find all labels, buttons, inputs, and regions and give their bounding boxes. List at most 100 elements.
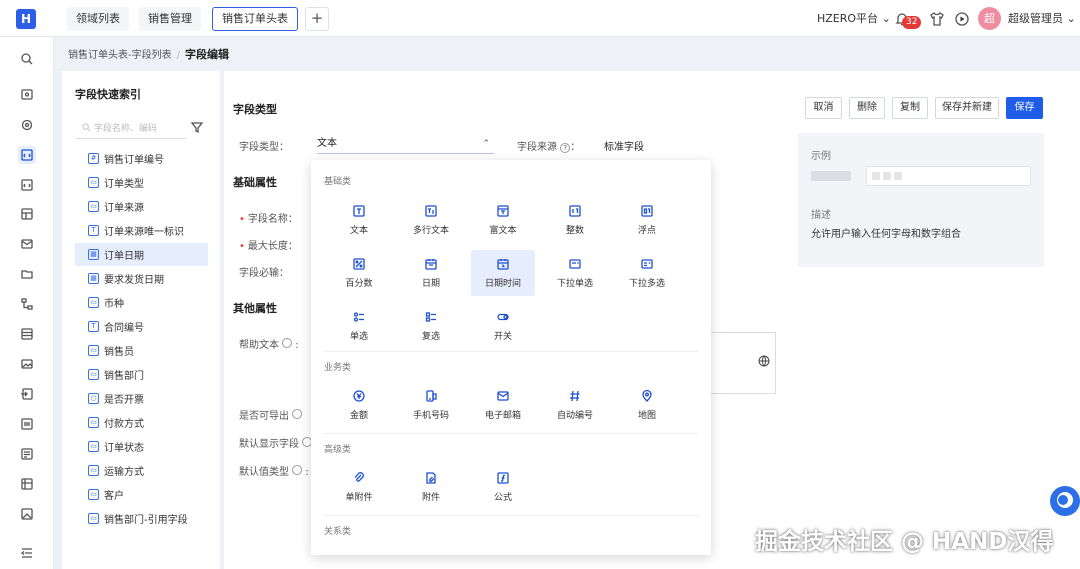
folder-icon[interactable] (18, 265, 36, 283)
globe-icon[interactable] (758, 355, 770, 367)
tab-sales-order-header[interactable]: 销售订单头表 (212, 7, 298, 31)
type-option[interactable]: 浮点 (615, 197, 679, 243)
play-circle-icon[interactable] (954, 11, 970, 27)
help-icon[interactable] (292, 409, 303, 419)
save-button[interactable]: 保存 (1006, 97, 1043, 119)
copy-button[interactable]: 复制 (892, 97, 928, 119)
dataset-icon[interactable] (18, 475, 36, 493)
type-option[interactable]: 单附件 (327, 464, 391, 510)
field-list-item[interactable]: ▭ 订单来源 (75, 195, 208, 218)
table-icon[interactable] (18, 325, 36, 343)
example-panel: 示例 描述 允许用户输入任何字母和数字组合 (798, 133, 1044, 267)
field-list-item[interactable]: ▭ 销售部门-引用字段 (75, 507, 208, 530)
type-option[interactable]: 百分数 (327, 250, 391, 296)
type-option[interactable]: 文本 (327, 197, 391, 243)
avatar[interactable]: 超 (978, 7, 1001, 30)
type-option-label: 自动编号 (556, 411, 593, 421)
help-icon[interactable] (292, 465, 303, 475)
field-list-item[interactable]: ▦ 要求发货日期 (75, 267, 208, 290)
tab-sales-management[interactable]: 销售管理 (139, 7, 201, 31)
chat-assistant-icon[interactable] (1050, 486, 1080, 516)
type-option[interactable]: 日期 (399, 250, 463, 296)
divider (324, 351, 698, 352)
field-list-item[interactable]: ▭ 币种 (75, 291, 208, 314)
field-list-item[interactable]: ▭ 订单类型 (75, 171, 208, 194)
import-icon[interactable] (18, 385, 36, 403)
field-list-item[interactable]: ▭ 销售部门 (75, 363, 208, 386)
help-icon[interactable]: ? (560, 143, 571, 153)
field-list-item[interactable]: # 销售订单编号 (75, 147, 208, 170)
tab-label: 销售订单头表 (222, 12, 288, 25)
grid-icon[interactable] (18, 205, 36, 223)
field-list-item[interactable]: T 合同编号 (75, 315, 208, 338)
help-icon[interactable] (282, 338, 293, 348)
cancel-button[interactable]: 取消 (805, 97, 842, 119)
type-option-label: 单选 (349, 332, 368, 342)
type-option[interactable]: 多行文本 (399, 197, 463, 243)
platform-switcher[interactable]: HZERO平台 ⌄ (817, 0, 891, 37)
picture-icon[interactable] (18, 505, 36, 523)
shirt-icon[interactable] (929, 11, 945, 27)
type-option[interactable]: 地图 (615, 382, 679, 428)
type-option[interactable]: 复选 (399, 303, 463, 349)
field-list-label: 客户 (104, 491, 124, 502)
collapse-menu-icon[interactable] (18, 544, 36, 562)
section-other: 其他属性 (233, 302, 277, 315)
code-block-icon[interactable] (18, 176, 36, 194)
type-option[interactable]: 下拉多选 (615, 250, 679, 296)
type-option-label: 日期 (421, 279, 440, 289)
type-option[interactable]: 开关 (471, 303, 535, 349)
mail-icon[interactable] (18, 235, 36, 253)
delete-button[interactable]: 删除 (849, 97, 885, 119)
app-logo[interactable]: H (16, 9, 36, 29)
exportable-text: 是否可导出 (239, 411, 289, 422)
field-list-item[interactable]: ○ 是否开票 (75, 387, 208, 410)
watermark: 掘金技术社区 @ HAND汉得 (755, 529, 1054, 555)
search-icon[interactable] (18, 50, 36, 68)
tab-domain-list[interactable]: 领域列表 (67, 7, 129, 31)
field-list-label: 订单类型 (104, 179, 144, 190)
type-option-label: 下拉单选 (556, 279, 593, 289)
category-advanced: 高级类 (324, 445, 352, 455)
add-tab-button[interactable]: + (305, 7, 329, 31)
type-option[interactable]: 附件 (399, 464, 463, 510)
field-list-item[interactable]: ▭ 销售员 (75, 339, 208, 362)
field-list-label: 币种 (104, 299, 124, 310)
field-type-label: 字段类型： (239, 142, 289, 153)
type-option[interactable]: 公式 (471, 464, 535, 510)
type-option[interactable]: 下拉单选 (543, 250, 607, 296)
field-list-item[interactable]: ▭ 运输方式 (75, 459, 208, 482)
type-option[interactable]: 金额 (327, 382, 391, 428)
field-list-item[interactable]: ▭ 订单状态 (75, 435, 208, 458)
field-list-label: 订单来源唯一标识 (104, 227, 184, 238)
breadcrumb-separator: / (176, 50, 180, 61)
code-icon[interactable] (18, 146, 36, 164)
monitor-icon[interactable] (18, 86, 36, 104)
field-list-item[interactable]: ▭ 客户 (75, 483, 208, 506)
breadcrumb-parent[interactable]: 销售订单头表-字段列表 (68, 50, 172, 61)
flow-icon[interactable] (18, 295, 36, 313)
field-list-label: 要求发货日期 (104, 275, 164, 286)
save-and-new-button[interactable]: 保存并新建 (935, 97, 999, 119)
field-list-item[interactable]: ▦ 订单日期 (75, 243, 208, 266)
field-list-item[interactable]: ▭ 付款方式 (75, 411, 208, 434)
type-option[interactable]: 单选 (327, 303, 391, 349)
filter-icon[interactable] (190, 120, 206, 136)
type-option[interactable]: 手机号码 (399, 382, 463, 428)
type-option[interactable]: 电子邮箱 (471, 382, 535, 428)
type-option[interactable]: 自动编号 (543, 382, 607, 428)
type-option-label: 整数 (565, 226, 584, 236)
user-menu[interactable]: 超级管理员 ⌄ (1008, 0, 1076, 37)
image-icon[interactable] (18, 355, 36, 373)
type-option[interactable]: 日期时间 (471, 250, 535, 296)
template-icon[interactable] (18, 445, 36, 463)
integer-icon (568, 204, 582, 218)
field-search-input[interactable]: 字段名称、编码 (76, 119, 186, 139)
list-icon[interactable] (18, 415, 36, 433)
field-type-select[interactable]: 文本 ⌃ (317, 134, 494, 154)
settings-icon[interactable] (18, 116, 36, 134)
field-list-item[interactable]: T 订单来源唯一标识 (75, 219, 208, 242)
field-list-label: 销售员 (104, 347, 134, 358)
type-option[interactable]: 富文本 (471, 197, 535, 243)
type-option[interactable]: 整数 (543, 197, 607, 243)
